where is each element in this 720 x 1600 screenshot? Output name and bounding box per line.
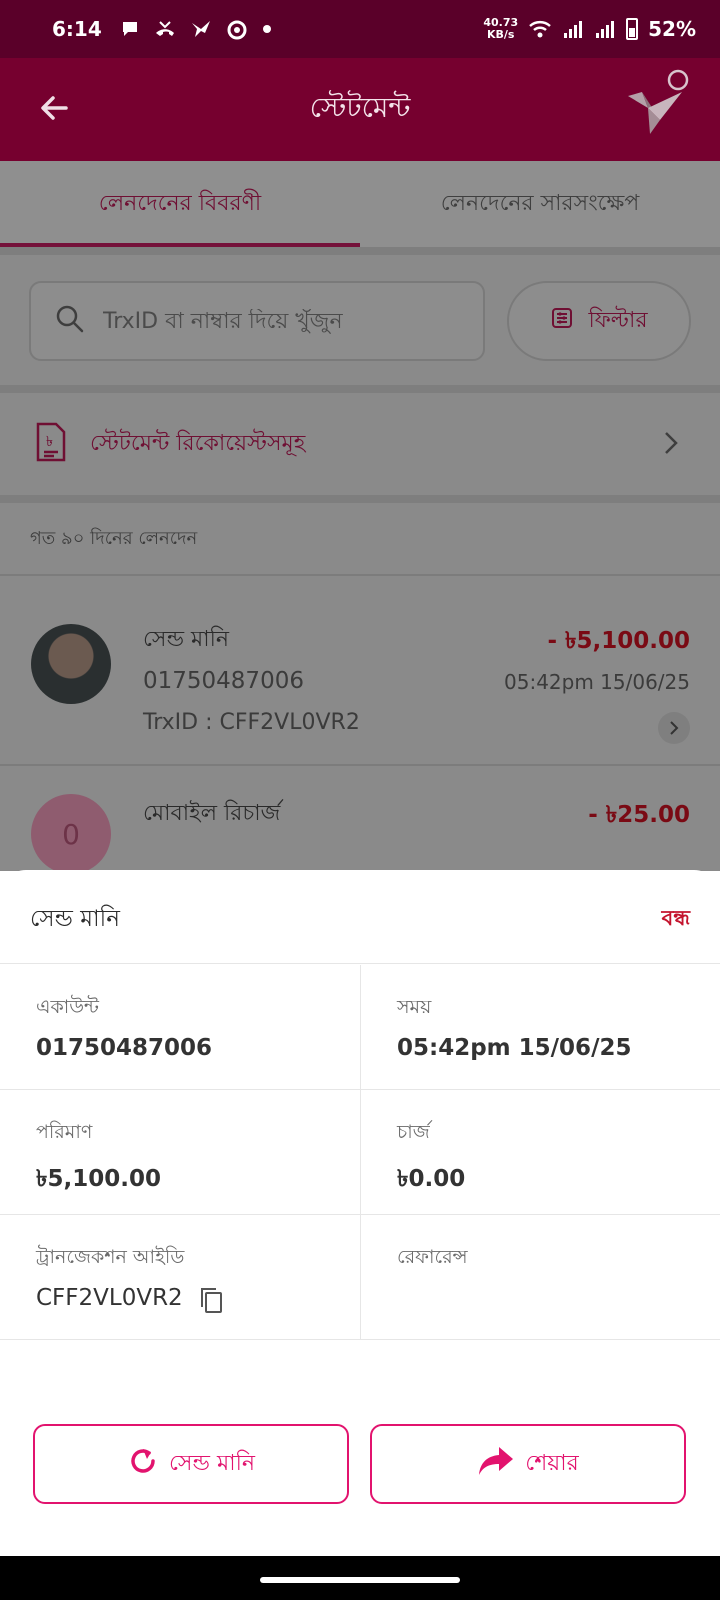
transaction-row[interactable]: 0 মোবাইল রিচার্জ - ৳25.00 [0,766,720,874]
signal-icon-1 [562,19,584,39]
trxid-label: ট্রানজেকশন আইডি [36,1246,185,1268]
time-label: সময় [397,996,432,1018]
share-button[interactable]: শেয়ার [370,1424,686,1504]
page-title: স্টেটমেন্ট [309,91,411,124]
divider [0,495,720,503]
transaction-amount: - ৳25.00 [588,802,690,828]
sheet-title: সেন্ড মানি [30,906,120,932]
bkash-logo-icon[interactable] [622,68,692,144]
filter-icon [550,306,574,336]
missed-call-icon [154,19,176,39]
wifi-icon [528,19,552,39]
time-value: 05:42pm 15/06/25 [397,1035,632,1061]
statement-page: লেনদেনের বিবরণী লেনদেনের সারসংক্ষেপ ফিল্… [0,161,720,874]
chevron-right-icon [662,429,680,461]
transaction-trxid: TrxID : CFF2VL0VR2 [143,710,360,735]
amount-label: পরিমাণ [36,1121,93,1143]
tab-transaction-summary[interactable]: লেনদেনের সারসংক্ষেপ [360,161,720,247]
transaction-datetime: 05:42pm 15/06/25 [504,670,690,694]
battery-icon [626,18,639,40]
document-icon: ৳ [34,422,66,466]
signal-icon-2 [594,19,616,39]
svg-text:৳: ৳ [46,434,53,450]
transaction-detail-sheet: সেন্ড মানি বন্ধ একাউন্ট 01750487006 সময়… [0,870,720,1556]
app-bar: স্টেটমেন্ট [0,58,720,161]
account-label: একাউন্ট [36,996,100,1018]
tab-transaction-details[interactable]: লেনদেনের বিবরণী [0,161,360,247]
refresh-icon [127,1445,159,1483]
account-cell: একাউন্ট 01750487006 [0,965,360,1090]
section-label: গত ৯০ দিনের লেনদেন [30,528,198,549]
chat-bubble-icon [120,19,140,39]
chevron-right-icon[interactable] [658,712,690,744]
tab-bar: লেনদেনের বিবরণী লেনদেনের সারসংক্ষেপ [0,161,720,247]
search-icon [55,304,85,338]
share-arrow-icon [477,1445,515,1483]
charge-value: ৳0.00 [397,1166,466,1192]
trxid-cell: ট্রানজেকশন আইডি CFF2VL0VR2 [0,1215,360,1340]
amount-value: ৳5,100.00 [36,1166,161,1192]
dot-icon [262,24,272,34]
divider [0,247,720,255]
system-nav-bar [0,1556,720,1600]
transaction-name: মোবাইল রিচার্জ [143,801,281,826]
transaction-number: 01750487006 [143,668,304,694]
send-money-button[interactable]: সেন্ড মানি [33,1424,349,1504]
sheet-header: সেন্ড মানি বন্ধ [0,870,720,964]
status-bar: 6:14 40.73 KB/s 52% [0,0,720,58]
bird-icon [190,19,212,39]
reference-label: রেফারেন্স [397,1246,468,1268]
search-row: ফিল্টার [0,255,720,385]
send-money-label: সেন্ড মানি [168,1450,256,1476]
search-box[interactable] [29,281,485,361]
transaction-amount: - ৳5,100.00 [547,628,690,654]
notification-icons [120,18,272,40]
statement-requests-row[interactable]: ৳ স্টেটমেন্ট রিকোয়েস্টসমূহ [0,393,720,495]
time-cell: সময় 05:42pm 15/06/25 [360,965,720,1090]
amount-cell: পরিমাণ ৳5,100.00 [0,1090,360,1215]
share-label: শেয়ার [525,1450,579,1476]
avatar [31,624,111,704]
filter-button[interactable]: ফিল্টার [507,281,691,361]
account-value: 01750487006 [36,1035,213,1061]
filter-label: ফিল্টার [588,307,648,333]
copy-icon[interactable] [198,1285,224,1319]
charge-label: চার্জ [397,1121,430,1143]
close-button[interactable]: বন্ধ [662,902,690,937]
battery-percent: 52% [648,17,696,41]
back-arrow-icon[interactable] [36,90,72,126]
net-speed: 40.73 KB/s [483,16,519,41]
app-notification-icon [226,18,248,40]
search-input[interactable] [103,308,463,334]
transaction-name: সেন্ড মানি [143,627,230,652]
transaction-row[interactable]: সেন্ড মানি 01750487006 TrxID : CFF2VL0VR… [0,576,720,764]
statement-requests-label: স্টেটমেন্ট রিকোয়েস্টসমূহ [90,430,306,456]
divider [0,385,720,393]
status-time: 6:14 [52,17,102,41]
reference-cell: রেফারেন্স [360,1215,720,1340]
trxid-value: CFF2VL0VR2 [36,1285,183,1311]
home-gesture-pill[interactable] [260,1577,460,1583]
charge-cell: চার্জ ৳0.00 [360,1090,720,1215]
avatar: 0 [31,794,111,874]
